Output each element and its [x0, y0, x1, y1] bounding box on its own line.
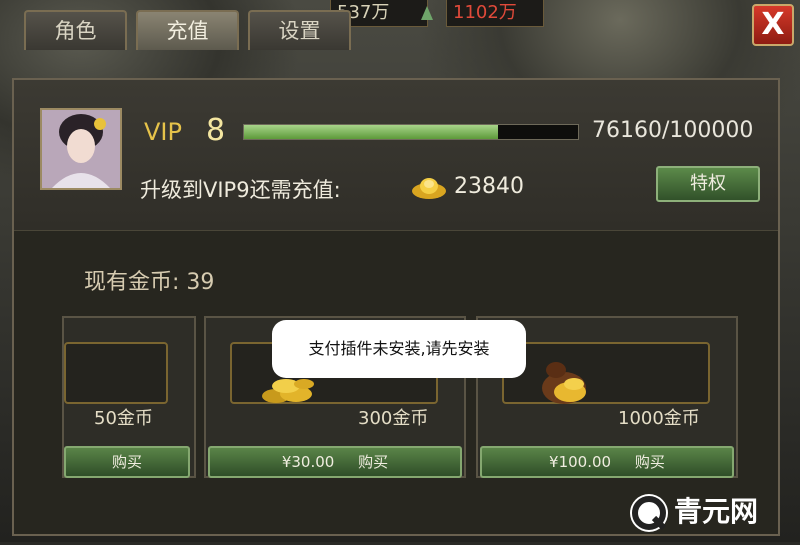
price-label: ¥30.00 [281, 453, 335, 471]
close-button[interactable]: X [752, 4, 794, 46]
privilege-button[interactable]: 特权 [656, 166, 760, 202]
vip-progress-fill [244, 125, 499, 139]
package-image-frame [64, 342, 168, 404]
gold-bag-icon [542, 362, 586, 404]
vip-label: VIP [144, 118, 182, 146]
package-amount: 50金币 [94, 408, 153, 429]
package-image-frame [502, 342, 710, 404]
watermark-text: 青元网 [674, 495, 759, 528]
buy-label: 购买 [634, 453, 665, 471]
price-label: ¥100.00 [549, 453, 612, 471]
gold-ingot-icon [412, 178, 446, 199]
buy-button[interactable]: 购买 [64, 446, 190, 478]
toast-message: 支付插件未安装,请先安装 [272, 320, 526, 378]
avatar [40, 108, 122, 190]
vip-progress-bar [243, 124, 579, 140]
resource-counter-gold: 1102万 [446, 0, 544, 27]
recharge-panel: VIP 8 76160/100000 升级到VIP9还需充值: 23840 特权… [12, 78, 780, 536]
tab-label: 角色 [54, 19, 97, 43]
upgrade-amount: 23840 [454, 174, 524, 199]
tab-label: 设置 [278, 19, 321, 43]
vip-level: 8 [206, 113, 226, 148]
tab-recharge[interactable]: 充值 [136, 10, 239, 50]
buy-button[interactable]: ¥100.00 购买 [480, 446, 734, 478]
buy-label: 购买 [111, 453, 142, 471]
package-amount: 1000金币 [618, 408, 700, 429]
buy-button[interactable]: ¥30.00 购买 [208, 446, 462, 478]
upgrade-requirement-label: 升级到VIP9还需充值: [140, 178, 341, 202]
watermark-logo-icon [630, 494, 668, 532]
vip-progress-text: 76160/100000 [592, 118, 754, 143]
buy-label: 购买 [358, 453, 389, 471]
privilege-label: 特权 [690, 173, 726, 194]
resource-value: 1102万 [453, 2, 517, 23]
package-amount: 300金币 [358, 408, 429, 429]
current-gold-label: 现有金币: 39 [84, 270, 215, 295]
jade-icon [421, 6, 433, 20]
watermark: 青元网 [630, 490, 758, 534]
close-icon: X [761, 7, 785, 42]
tab-settings[interactable]: 设置 [248, 10, 351, 50]
package-card-50: 50金币 购买 [62, 316, 196, 478]
tab-label: 充值 [166, 19, 209, 43]
vip-section: VIP 8 76160/100000 升级到VIP9还需充值: 23840 特权 [14, 80, 778, 231]
tab-character[interactable]: 角色 [24, 10, 127, 50]
